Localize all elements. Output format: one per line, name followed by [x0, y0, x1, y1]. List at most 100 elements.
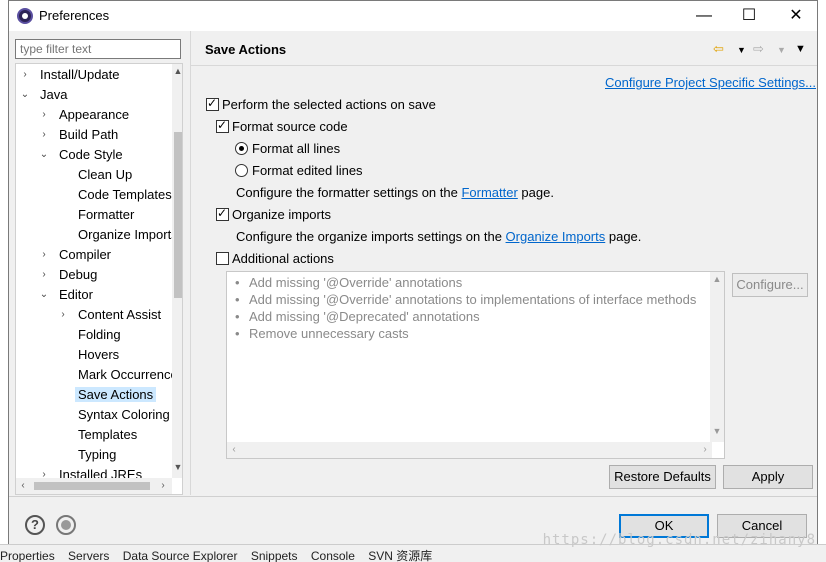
scroll-left-icon[interactable]: ‹ [227, 442, 241, 458]
list-item: • Remove unnecessary casts [235, 326, 409, 341]
perform-actions-checkbox[interactable] [206, 96, 219, 111]
format-edited-lines-label: Format edited lines [252, 163, 363, 178]
tree-item-debug[interactable]: › Debug [39, 265, 97, 285]
tree-item-appearance[interactable]: › Appearance [39, 105, 129, 125]
tree-item-label: Code Style [59, 147, 123, 162]
view-tab[interactable]: SVN 资源库 [368, 547, 432, 562]
tree-item-mark-occurrences[interactable]: Mark Occurrences [78, 365, 182, 385]
chevron-down-icon[interactable]: ⌄ [39, 145, 49, 165]
format-source-checkbox[interactable] [216, 118, 229, 133]
restore-defaults-button[interactable]: Restore Defaults [609, 465, 716, 489]
scroll-down-icon[interactable]: ▼ [172, 462, 182, 476]
organize-imports-link[interactable]: Organize Imports [506, 229, 606, 244]
window-title: Preferences [39, 8, 110, 23]
list-item: • Add missing '@Deprecated' annotations [235, 309, 480, 324]
organize-imports-checkbox[interactable] [216, 206, 229, 221]
tree-item-label: Syntax Coloring [78, 407, 170, 422]
list-item: • Add missing '@Override' annotations to … [235, 292, 697, 307]
formatter-info-text: Configure the formatter settings on the … [236, 185, 554, 200]
tree-item-label: Templates [78, 427, 138, 442]
tree-item-build-path[interactable]: › Build Path [39, 125, 118, 145]
list-item-text: Add missing '@Deprecated' annotations [249, 309, 480, 324]
additional-actions-list[interactable]: • Add missing '@Override' annotations • Ad… [226, 271, 725, 459]
filter-input[interactable] [15, 39, 181, 59]
import-export-icon[interactable] [56, 515, 76, 535]
chevron-right-icon[interactable]: › [39, 125, 49, 145]
tree-item-label: Content Assist [78, 307, 162, 322]
tree-item-install-update[interactable]: › Install/Update [20, 65, 120, 85]
back-menu-chevron-icon[interactable]: ▼ [737, 45, 746, 55]
scroll-down-icon[interactable]: ▼ [710, 426, 724, 436]
tree-item-save-actions[interactable]: Save Actions [75, 385, 157, 405]
maximize-button[interactable]: ☐ [734, 5, 764, 27]
chevron-down-icon[interactable]: ⌄ [20, 85, 30, 105]
tree-item-code-style[interactable]: ⌄ Code Style [39, 145, 123, 165]
tree-item-hovers[interactable]: Hovers [78, 345, 119, 365]
chevron-right-icon[interactable]: › [20, 65, 30, 85]
scroll-up-icon[interactable]: ▲ [710, 274, 724, 284]
organize-info-prefix: Configure the organize imports settings … [236, 229, 506, 244]
formatter-info-suffix: page. [517, 185, 554, 200]
scroll-right-icon[interactable]: › [698, 442, 712, 458]
view-tab[interactable]: Servers [68, 549, 109, 562]
perform-actions-label: Perform the selected actions on save [222, 97, 436, 112]
tree-item-clean-up[interactable]: Clean Up [78, 165, 132, 185]
scroll-up-icon[interactable]: ▲ [172, 66, 182, 80]
tree-item-editor[interactable]: ⌄ Editor [39, 285, 93, 305]
preference-tree: › Install/Update ⌄ Java › Appearance › B… [15, 63, 183, 495]
help-icon[interactable]: ? [25, 515, 45, 535]
tree-item-label: Compiler [59, 247, 112, 262]
tree-item-typing[interactable]: Typing [78, 445, 116, 465]
chevron-right-icon[interactable]: › [39, 245, 49, 265]
tree-item-formatter[interactable]: Formatter [78, 205, 134, 225]
chevron-right-icon[interactable]: › [58, 305, 68, 325]
view-tab[interactable]: Console [311, 549, 355, 562]
tree-vertical-scrollbar[interactable]: ▲ ▼ [172, 64, 182, 478]
tree-item-label: Folding [78, 327, 121, 342]
format-all-lines-radio[interactable] [235, 142, 248, 155]
scroll-left-icon[interactable]: ‹ [16, 478, 30, 494]
formatter-link[interactable]: Formatter [461, 185, 517, 200]
tree-item-templates[interactable]: Templates [78, 425, 137, 445]
tree-horizontal-scrollbar[interactable]: ‹ › [16, 478, 172, 494]
forward-arrow-icon[interactable]: ⇨ [753, 41, 764, 57]
close-button[interactable]: ✕ [781, 5, 811, 27]
background-editor-strip [0, 0, 8, 545]
tree-item-label: Build Path [59, 127, 119, 142]
scroll-right-icon[interactable]: › [156, 478, 170, 494]
view-tab[interactable]: Data Source Explorer [123, 549, 238, 562]
tree-item-java[interactable]: ⌄ Java [20, 85, 68, 105]
tree-item-compiler[interactable]: › Compiler [39, 245, 111, 265]
scroll-thumb[interactable] [174, 132, 182, 298]
additional-actions-checkbox[interactable] [216, 252, 229, 265]
tree-item-content-assist[interactable]: › Content Assist [58, 305, 161, 325]
scroll-thumb[interactable] [34, 482, 150, 490]
footer-divider [9, 496, 817, 497]
back-arrow-icon[interactable]: ⇦ [713, 41, 724, 57]
panel-divider[interactable] [190, 31, 191, 495]
configure-project-settings-link[interactable]: Configure Project Specific Settings... [605, 75, 816, 90]
header-divider [191, 65, 817, 66]
view-tab[interactable]: Properties [0, 549, 55, 562]
chevron-down-icon[interactable]: ⌄ [39, 285, 49, 305]
tree-item-code-templates[interactable]: Code Templates [78, 185, 172, 205]
tree-item-label: Install/Update [40, 67, 120, 82]
tree-item-syntax-coloring[interactable]: Syntax Coloring [78, 405, 170, 425]
apply-button[interactable]: Apply [723, 465, 813, 489]
minimize-button[interactable]: — [689, 5, 719, 27]
chevron-right-icon[interactable]: › [39, 105, 49, 125]
tree-item-organize-imports[interactable]: Organize Imports [78, 225, 178, 245]
chevron-right-icon[interactable]: › [39, 265, 49, 285]
list-horizontal-scrollbar[interactable]: ‹ › [227, 442, 712, 458]
format-edited-lines-radio[interactable] [235, 164, 248, 177]
tree-item-label: Typing [78, 447, 117, 462]
view-tab[interactable]: Snippets [251, 549, 298, 562]
forward-menu-chevron-icon[interactable]: ▼ [777, 45, 786, 55]
view-menu-icon[interactable]: ▼ [795, 43, 806, 55]
tree-item-folding[interactable]: Folding [78, 325, 121, 345]
tree-item-label: Debug [59, 267, 98, 282]
list-vertical-scrollbar[interactable]: ▲ ▼ [710, 272, 724, 442]
tree-item-label: Java [40, 87, 68, 102]
configure-button[interactable]: Configure... [732, 273, 808, 297]
tree-item-label: Hovers [78, 347, 120, 362]
